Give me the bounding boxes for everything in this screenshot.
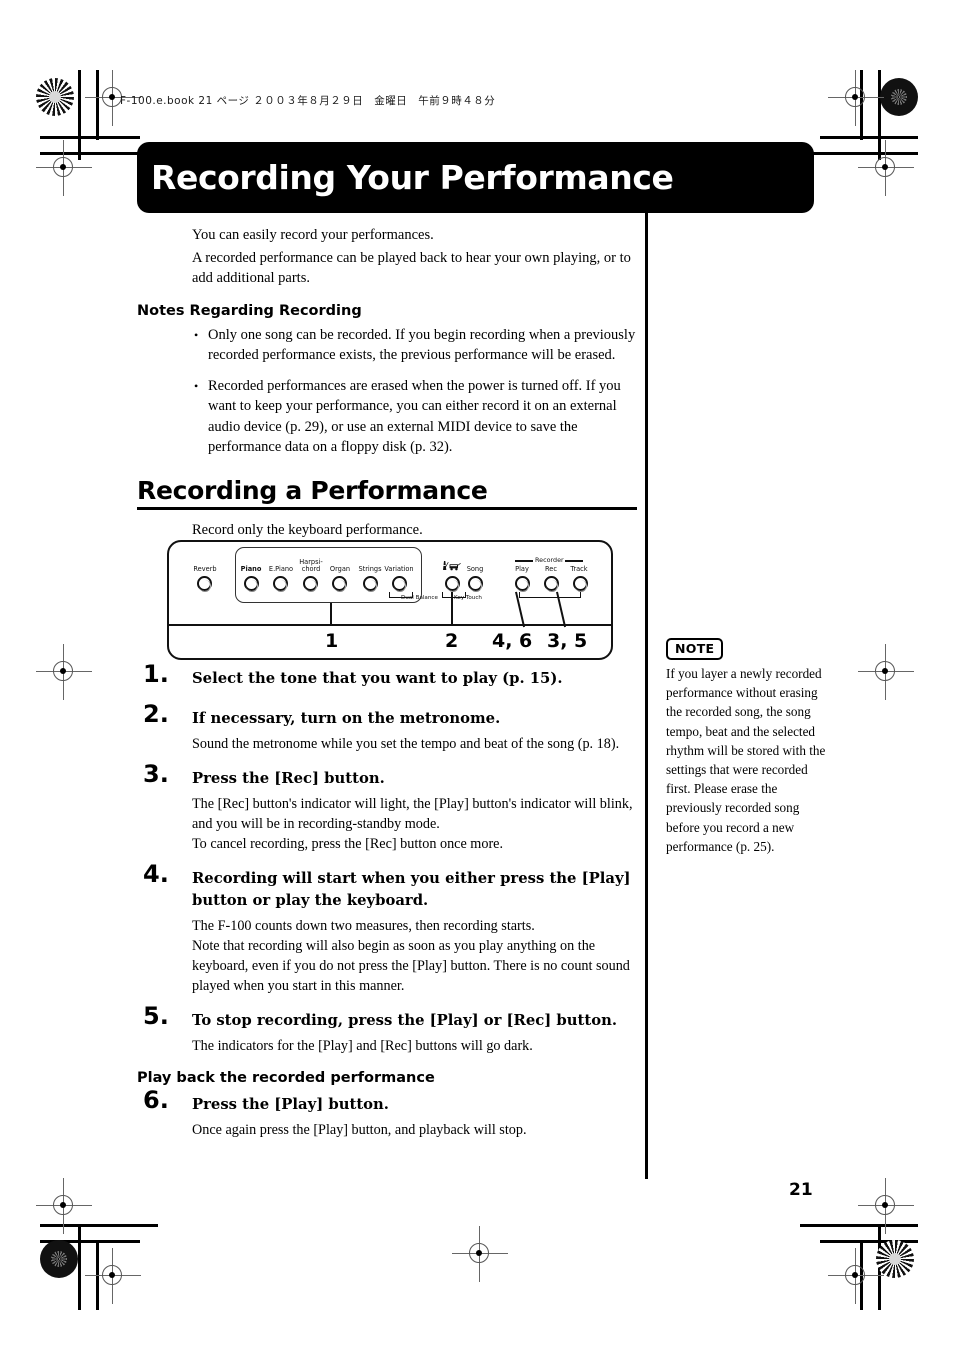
- crop-mark-top-right-h2: [820, 136, 918, 139]
- intro-line-2: A recorded performance can be played bac…: [192, 249, 631, 287]
- step-title: Recording will start when you either pre…: [192, 870, 631, 909]
- panel-label-rec: Rec: [545, 565, 557, 573]
- step-2: 2. If necessary, turn on the metronome. …: [137, 702, 637, 754]
- knob-song[interactable]: [468, 576, 483, 592]
- step-body: The F-100 counts down two measures, then…: [192, 918, 630, 994]
- playback-section-heading: Play back the recorded performance: [137, 1070, 435, 1086]
- knob-epiano[interactable]: [273, 576, 288, 592]
- registration-cross-bottom-center: [452, 1226, 508, 1282]
- step-5: 5. To stop recording, press the [Play] o…: [137, 1004, 637, 1056]
- section-intro-text: Record only the keyboard performance.: [192, 521, 423, 538]
- panel-label-organ: Organ: [329, 565, 351, 573]
- registration-cross-bottom-right-lower: [828, 1248, 884, 1304]
- registration-target-top-left: [36, 78, 74, 116]
- step-number: 5.: [143, 1002, 169, 1030]
- step-number: 2.: [143, 700, 169, 728]
- knob-strings[interactable]: [363, 576, 378, 592]
- leader-line-tone: [330, 603, 332, 625]
- step-body: Once again press the [Play] button, and …: [192, 1122, 527, 1138]
- section-heading: Recording a Performance: [137, 475, 488, 505]
- step-title: Press the [Rec] button.: [192, 770, 385, 787]
- panel-label-harpsichord-line2: chord: [301, 565, 321, 573]
- callout-number-metronome: 2: [445, 630, 459, 652]
- crop-mark-top-left-h2: [40, 136, 140, 139]
- step-body: The indicators for the [Play] and [Rec] …: [192, 1038, 533, 1054]
- document-page: F-100.e.book 21 ページ ２００３年８月２９日 金曜日 午前９時４…: [0, 0, 954, 1351]
- step-title: If necessary, turn on the metronome.: [192, 710, 501, 727]
- control-panel-diagram: Reverb Piano E.Piano Harpsi- chord Organ…: [167, 540, 615, 662]
- crop-mark-bottom-left-v: [78, 1224, 81, 1310]
- recorder-bracket-left: [515, 560, 533, 562]
- panel-label-song: Song: [466, 565, 484, 573]
- registration-cross-bottom-left: [36, 1178, 92, 1234]
- step-4: 4. Recording will start when you either …: [137, 862, 637, 996]
- registration-cross-top-left-lower: [36, 140, 92, 196]
- step-6: 6. Press the [Play] button. Once again p…: [137, 1088, 637, 1140]
- list-item: Only one song can be recorded. If you be…: [192, 325, 637, 366]
- notes-regarding-recording-heading: Notes Regarding Recording: [137, 302, 362, 319]
- registration-cross-top-right-lower: [858, 140, 914, 196]
- registration-cross-top-right: [828, 70, 884, 126]
- knob-metronome[interactable]: [445, 576, 460, 592]
- panel-label-play: Play: [515, 565, 529, 573]
- knob-piano[interactable]: [244, 576, 259, 592]
- note-sidebar: NOTE If you layer a newly recorded perfo…: [666, 638, 826, 856]
- panel-label-variation: Variation: [384, 565, 414, 573]
- knob-track[interactable]: [573, 576, 588, 592]
- book-file-header: F-100.e.book 21 ページ ２００３年８月２９日 金曜日 午前９時４…: [120, 95, 496, 107]
- brace-recorder-buttons: [519, 592, 581, 598]
- step-title: Press the [Play] button.: [192, 1096, 389, 1113]
- page-number: 21: [789, 1180, 813, 1200]
- step-1: 1. Select the tone that you want to play…: [137, 662, 637, 690]
- registration-target-bottom-left: [40, 1240, 78, 1278]
- note-text: If you layer a newly recorded performanc…: [666, 666, 826, 854]
- panel-label-track: Track: [570, 565, 588, 573]
- list-item: Recorded performances are erased when th…: [192, 376, 637, 458]
- step-3: 3. Press the [Rec] button. The [Rec] but…: [137, 762, 637, 854]
- knob-play[interactable]: [515, 576, 530, 592]
- knob-variation[interactable]: [392, 576, 407, 592]
- leader-line-metronome: [451, 592, 453, 625]
- panel-separator-line: [167, 624, 613, 626]
- panel-label-recorder: Recorder: [535, 556, 564, 564]
- panel-label-epiano: E.Piano: [268, 565, 294, 573]
- registration-cross-left-middle: [36, 644, 92, 700]
- registration-cross-right-middle: [858, 644, 914, 700]
- step-body: The [Rec] button's indicator will light,…: [192, 796, 633, 852]
- registration-cross-bottom-left-lower: [85, 1248, 141, 1304]
- callout-number-rec: 3, 5: [547, 630, 588, 652]
- intro-line-1: You can easily record your performances.: [192, 227, 434, 243]
- registration-target-top-right: [880, 78, 918, 116]
- recorder-bracket-right: [565, 560, 583, 562]
- step-number: 6.: [143, 1086, 169, 1114]
- knob-rec[interactable]: [544, 576, 559, 592]
- page-title: Recording Your Performance: [151, 158, 674, 197]
- knob-organ[interactable]: [332, 576, 347, 592]
- section-heading-block: Recording a Performance: [137, 476, 637, 510]
- column-divider: [645, 212, 648, 1179]
- knob-harpsichord[interactable]: [303, 576, 318, 592]
- panel-sublabel-dual-balance: Dual Balance: [401, 595, 438, 601]
- chapter-title-banner: Recording Your Performance: [137, 142, 814, 213]
- step-title: Select the tone that you want to play (p…: [192, 670, 563, 687]
- step-number: 3.: [143, 760, 169, 788]
- panel-label-reverb: Reverb: [193, 565, 217, 573]
- step-body: Sound the metronome while you set the te…: [192, 736, 620, 752]
- registration-cross-bottom-right: [858, 1178, 914, 1234]
- callout-number-tone: 1: [325, 630, 339, 652]
- step-number: 1.: [143, 660, 169, 688]
- knob-reverb[interactable]: [197, 576, 212, 592]
- procedure-steps: 1. Select the tone that you want to play…: [137, 662, 637, 1146]
- note-badge: NOTE: [666, 638, 724, 660]
- notes-bullet-list: Only one song can be recorded. If you be…: [192, 325, 637, 458]
- panel-sublabel-key-touch: Key Touch: [454, 595, 482, 601]
- step-title: To stop recording, press the [Play] or […: [192, 1012, 617, 1029]
- main-content-column: You can easily record your performances.…: [137, 225, 637, 540]
- panel-label-piano: Piano: [240, 565, 262, 573]
- step-number: 4.: [143, 860, 169, 888]
- callout-number-play: 4, 6: [492, 630, 533, 652]
